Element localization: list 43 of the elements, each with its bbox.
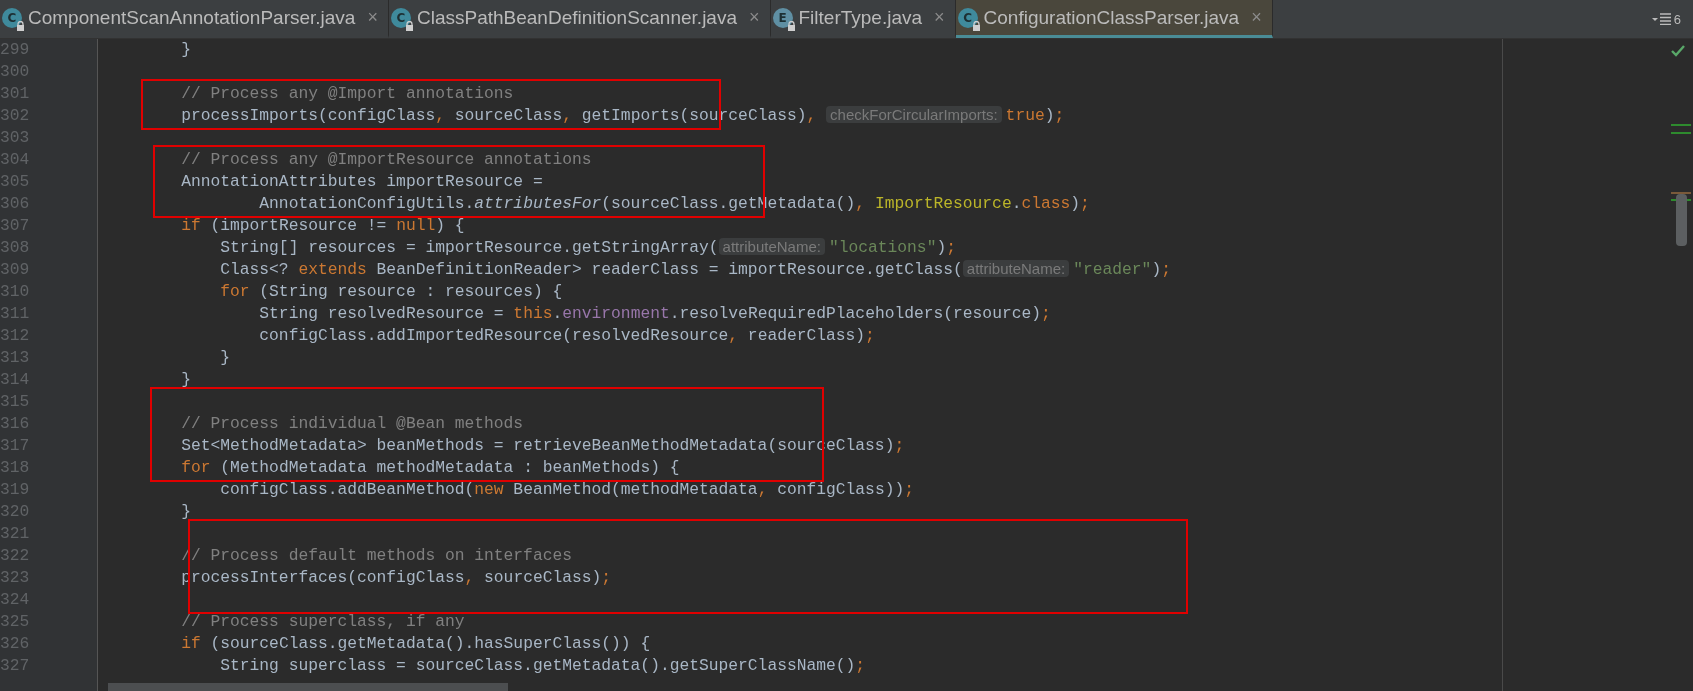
code-line: if (importResource != null) { xyxy=(180,215,465,237)
code-line: } xyxy=(180,501,191,523)
change-marker xyxy=(1671,192,1691,194)
scrollbar-thumb[interactable] xyxy=(108,683,508,691)
editor-tab[interactable]: C ClassPathBeanDefinitionScanner.java × xyxy=(388,0,771,38)
code-line: for (MethodMetadata methodMetadata : beanMethods) { xyxy=(180,457,680,479)
code-line: AnnotationAttributes importResource = xyxy=(180,171,543,193)
file-type-icon: C xyxy=(390,7,411,28)
code-line: // Process any @Import annotations xyxy=(180,83,514,105)
tab-label: ConfigurationClassParser.java xyxy=(983,6,1240,29)
list-icon xyxy=(1651,13,1672,25)
close-icon[interactable]: × xyxy=(1251,7,1262,28)
code-line: String[] resources = importResource.getStringArray( attributeName: "locations"); xyxy=(219,237,956,259)
code-line: } xyxy=(219,347,230,369)
close-icon[interactable]: × xyxy=(367,7,378,28)
code-line: for (String resource : resources) { xyxy=(219,281,563,303)
editor-tab[interactable]: C ComponentScanAnnotationParser.java × xyxy=(0,0,389,38)
tab-label: ClassPathBeanDefinitionScanner.java xyxy=(416,6,737,29)
code-line: } xyxy=(180,39,191,61)
file-type-icon: C xyxy=(2,7,22,28)
code-line: // Process individual @Bean methods xyxy=(180,413,524,435)
change-marker xyxy=(1671,124,1691,126)
code-line: // Process superclass, if any xyxy=(180,611,465,633)
code-line: String resolvedResource = this.environment.resolveRequiredPlaceholders(resource); xyxy=(258,303,1051,325)
editor-tab[interactable]: E FilterType.java × xyxy=(770,0,956,38)
scrollbar-thumb[interactable] xyxy=(1676,194,1687,246)
close-icon[interactable]: × xyxy=(934,7,945,28)
tab-label: FilterType.java xyxy=(798,6,923,29)
file-type-icon: C xyxy=(957,7,978,28)
change-marker xyxy=(1671,132,1691,134)
code-line: // Process any @ImportResource annotations xyxy=(180,149,592,171)
code-line: String superclass = sourceClass.getMetadata().getSuperClassName(); xyxy=(219,655,866,677)
code-line: } xyxy=(180,369,191,391)
editor-tab[interactable]: C ConfigurationClassParser.java × xyxy=(955,0,1273,38)
close-icon[interactable]: × xyxy=(749,7,760,28)
tab-label: ComponentScanAnnotationParser.java xyxy=(28,6,356,29)
check-icon xyxy=(1671,45,1685,57)
code-line: Class<? extends BeanDefinitionReader> readerClass = importResource.getClass( attributeName: "reader"); xyxy=(219,259,1171,281)
file-type-icon: E xyxy=(772,7,793,28)
code-line: if (sourceClass.getMetadata().hasSuperClass()) { xyxy=(180,633,651,655)
tab-list-button[interactable]: 6 xyxy=(1639,0,1693,38)
code-line: configClass.addBeanMethod(new BeanMethod(methodMetadata, configClass)); xyxy=(219,479,914,501)
code-line: configClass.addImportedResource(resolvedResource, readerClass); xyxy=(258,325,875,347)
